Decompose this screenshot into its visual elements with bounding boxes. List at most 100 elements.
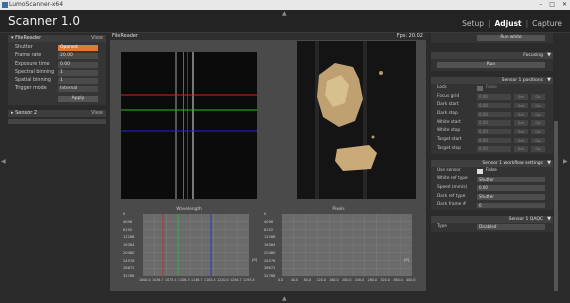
wavelength-plot-area[interactable] xyxy=(143,214,249,276)
position-input[interactable]: 0.00 xyxy=(477,102,511,109)
chevron-down-icon[interactable]: ▼ xyxy=(547,216,551,223)
sample-preview-image[interactable] xyxy=(297,41,416,199)
minimize-icon[interactable]: – xyxy=(539,0,542,10)
setting-label: Dark ref type xyxy=(437,193,466,199)
y-tick-label: 24576 xyxy=(264,258,276,263)
nav-setup[interactable]: Setup xyxy=(462,19,484,28)
y-tick-label: 28672 xyxy=(123,266,135,271)
sensor-2-bar xyxy=(8,118,106,124)
lock-checkbox[interactable] xyxy=(477,86,483,91)
maximize-icon[interactable]: □ xyxy=(549,0,555,10)
position-input[interactable]: 0.00 xyxy=(477,128,511,135)
setting-label: White ref type xyxy=(437,176,468,182)
close-icon[interactable]: ✕ xyxy=(562,0,567,10)
settings-body: Shutter Opened Frame rate 20.00 Exposure t… xyxy=(8,42,106,105)
nav-adjust[interactable]: Adjust xyxy=(495,19,522,28)
axis-units-label: [R] xyxy=(252,258,258,262)
y-tick-label: 16384 xyxy=(123,243,135,247)
position-input[interactable]: 0.00 xyxy=(477,120,511,126)
position-input[interactable]: 0.00 xyxy=(477,146,511,152)
go-button[interactable]: Go xyxy=(531,137,545,144)
collapse-top-arrow-icon[interactable]: ▲ xyxy=(282,10,287,17)
trigger-mode-select[interactable]: Internal xyxy=(58,86,98,93)
view-link[interactable]: View xyxy=(91,35,103,42)
run-white-button[interactable]: Run white xyxy=(477,35,545,41)
set-button[interactable]: Set xyxy=(514,128,528,135)
position-input[interactable]: 0.00 xyxy=(477,111,511,118)
setting-label: Type xyxy=(437,223,447,229)
setting-row: Shutter Opened xyxy=(8,44,106,52)
scrollbar-thumb[interactable] xyxy=(554,121,558,291)
white-ref-type-select[interactable]: Shutter xyxy=(477,176,545,183)
x-tick-label: 1108.3 xyxy=(178,278,190,282)
right-panel-scrollbar[interactable] xyxy=(554,33,558,291)
set-button[interactable]: Set xyxy=(514,120,528,126)
go-button[interactable]: Go xyxy=(531,111,545,118)
shutter-toggle[interactable]: Opened xyxy=(58,45,98,51)
setting-label: Exposure time xyxy=(15,61,50,67)
spectral-frame-image[interactable] xyxy=(121,52,257,199)
go-button[interactable]: Go xyxy=(531,146,545,152)
positions-header[interactable]: Sensor 1 positions ▼ xyxy=(431,77,553,84)
position-label: White stop xyxy=(437,128,461,134)
go-button[interactable]: Go xyxy=(531,120,545,126)
y-tick-label: 8192 xyxy=(264,227,274,232)
go-button[interactable]: Go xyxy=(531,128,545,135)
viewer-title: FileReader xyxy=(112,33,139,39)
chevron-down-icon[interactable]: ▼ xyxy=(547,52,551,59)
collapse-left-arrow-icon[interactable]: ◀ xyxy=(1,158,6,165)
set-button[interactable]: Set xyxy=(514,111,528,118)
qaqc-header[interactable]: Sensor 1 QAQC ▼ xyxy=(431,215,553,223)
chevron-down-icon[interactable]: ▼ xyxy=(547,77,551,84)
x-tick-label: 400.0 xyxy=(406,278,416,282)
spectral-binning-select[interactable]: 1 xyxy=(58,69,98,76)
y-tick-label: 24576 xyxy=(123,258,135,263)
chevron-down-icon[interactable]: ▼ xyxy=(547,160,551,167)
exposure-time-input[interactable]: 0.00 xyxy=(58,61,98,68)
collapse-right-arrow-icon[interactable]: ▶ xyxy=(563,158,568,165)
y-tick-label: 8192 xyxy=(123,227,133,232)
dark-frame-input[interactable]: 0 xyxy=(477,202,545,209)
main-nav: Setup | Adjust | Capture xyxy=(462,19,562,28)
y-tick-label: 32768 xyxy=(264,274,276,278)
y-tick-label: 4096 xyxy=(264,219,274,224)
speed-row: Speed (mm/s) 0.00 xyxy=(431,184,553,193)
set-button[interactable]: Set xyxy=(514,146,528,152)
frame-rate-input[interactable]: 20.00 xyxy=(58,53,98,60)
pixels-plot-area[interactable] xyxy=(282,214,412,276)
positions-section: Sensor 1 positions ▼ Lock False Focus grid… xyxy=(431,77,553,154)
apply-button[interactable]: Apply xyxy=(58,95,98,102)
lock-row: Lock False xyxy=(431,84,553,93)
speed-input[interactable]: 0.00 xyxy=(477,185,545,191)
set-button[interactable]: Set xyxy=(514,102,528,109)
spatial-binning-select[interactable]: 1 xyxy=(58,78,98,85)
focusing-header[interactable]: Focusing ▼ xyxy=(431,52,553,59)
workflow-header[interactable]: Sensor 1 workflow settings ▼ xyxy=(431,159,553,167)
position-row: Target start 0.00 Set Go xyxy=(431,136,553,145)
go-button[interactable]: Go xyxy=(531,102,545,109)
x-tick-label: 360.0 xyxy=(393,278,403,282)
position-label: Focus grid xyxy=(437,93,460,99)
position-input[interactable]: 0.00 xyxy=(477,137,511,144)
use-sensor-checkbox[interactable] xyxy=(477,168,483,174)
axis-units-label: [R] xyxy=(404,258,410,262)
position-label: Dark start xyxy=(437,102,459,108)
position-input[interactable]: 0.00 xyxy=(477,94,511,100)
dark-ref-type-select[interactable]: Shutter xyxy=(477,194,545,200)
chevron-right-icon[interactable]: ▸ xyxy=(11,110,14,116)
setting-label: Speed (mm/s) xyxy=(437,184,468,190)
panel-header[interactable]: ▾ FileReader View xyxy=(8,35,106,42)
view-link[interactable]: View xyxy=(91,110,103,117)
collapse-bottom-arrow-icon[interactable]: ▲ xyxy=(282,295,287,302)
run-focus-button[interactable]: Run xyxy=(437,62,545,68)
panel-header[interactable]: ▸ Sensor 2 View xyxy=(8,109,106,117)
section-title: Sensor 1 QAQC xyxy=(508,216,543,222)
set-button[interactable]: Set xyxy=(514,137,528,144)
go-button[interactable]: Go xyxy=(531,94,545,100)
qaqc-type-select[interactable]: Disabled xyxy=(477,224,545,230)
setting-row: Spatial binning 1 xyxy=(8,77,106,85)
nav-capture[interactable]: Capture xyxy=(532,19,562,28)
chevron-down-icon[interactable]: ▾ xyxy=(11,35,14,41)
set-button[interactable]: Set xyxy=(514,94,528,100)
window-controls: – □ ✕ xyxy=(539,0,567,10)
